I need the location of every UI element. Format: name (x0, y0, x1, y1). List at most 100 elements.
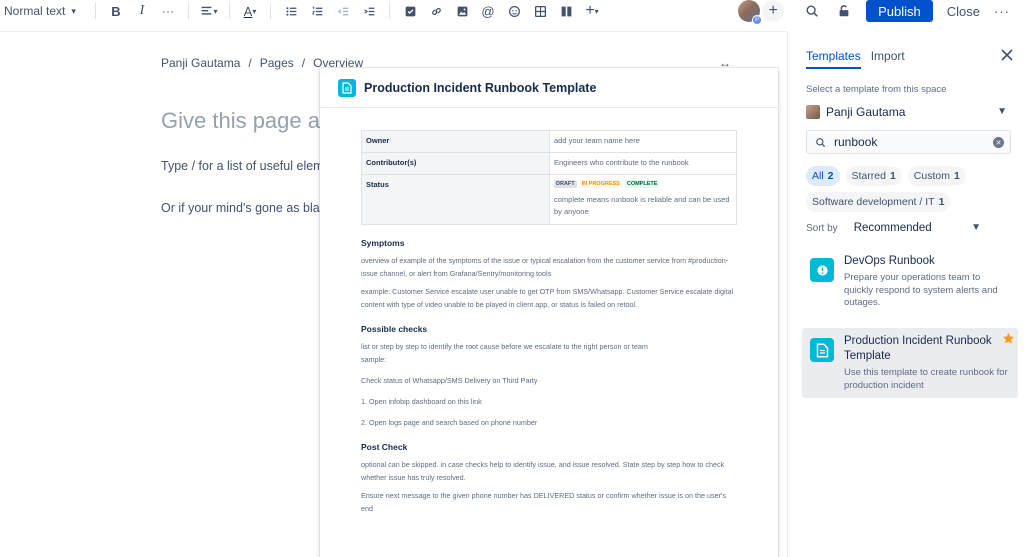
numbered-list-icon (311, 6, 322, 15)
breadcrumb-item[interactable]: Pages (260, 56, 294, 70)
toolbar-divider (270, 3, 271, 19)
search-value: runbook (834, 135, 878, 149)
restrictions-button[interactable] (835, 2, 853, 20)
action-item-button[interactable] (400, 1, 420, 21)
section-heading: Symptoms (361, 238, 405, 248)
italic-button[interactable]: I (132, 1, 152, 21)
toolbar-divider (389, 3, 390, 19)
template-search-input[interactable]: runbook ✕ (806, 130, 1011, 154)
table-icon (534, 5, 546, 17)
insert-more-button[interactable]: + ▾ (582, 1, 602, 21)
indent-button[interactable] (359, 1, 379, 21)
indent-icon (363, 7, 374, 15)
filter-chip-label: Starred (851, 170, 886, 182)
section-paragraph: 2. Open logs page and search based on ph… (361, 418, 538, 427)
clear-search-icon[interactable]: ✕ (993, 137, 1004, 148)
editor-hint-prefix: Type / for a list of (161, 159, 260, 173)
table-cell-value: add your team name here (549, 130, 737, 153)
filter-chips: All 2 Starred 1 Custom 1 Software develo… (806, 166, 1016, 212)
more-formatting-button[interactable]: ··· (158, 1, 178, 21)
bold-button[interactable]: B (106, 1, 126, 21)
close-button[interactable]: Close (947, 4, 980, 19)
emoji-button[interactable] (504, 1, 524, 21)
breadcrumb-item[interactable]: Panji Gautama (161, 56, 240, 70)
chevron-down-icon: ▾ (594, 6, 599, 16)
find-button[interactable] (803, 2, 821, 20)
toolbar-divider-line (0, 31, 787, 32)
template-list-item-selected[interactable]: Production Incident Runbook Template Use… (802, 328, 1018, 398)
page-template-icon (338, 78, 356, 97)
align-button[interactable]: ▾ (199, 1, 219, 21)
template-list-item[interactable]: DevOps Runbook Prepare your operations t… (802, 248, 1018, 318)
page-title-input[interactable]: Give this page a title (161, 108, 321, 134)
text-color-button[interactable]: A ▾ (240, 1, 260, 21)
filter-chip-all[interactable]: All 2 (806, 166, 840, 186)
tab-import[interactable]: Import (871, 49, 905, 69)
more-actions-button[interactable]: ··· (994, 4, 1010, 19)
section-heading: Possible checks (361, 324, 428, 334)
template-preview-title: Production Incident Runbook Template (364, 80, 597, 95)
page-template-icon (810, 338, 834, 362)
mention-button[interactable]: @ (478, 1, 498, 21)
filter-chip-custom[interactable]: Custom 1 (907, 166, 966, 186)
plus-icon: + (585, 2, 595, 19)
metadata-table: Owner add your team name here Contributo… (361, 130, 737, 225)
table-cell-value: Engineers who contribute to the runbook (549, 152, 737, 175)
filter-chip-software-development[interactable]: Software development / IT 1 (806, 192, 951, 212)
invite-button[interactable]: + (762, 0, 785, 22)
chevron-down-icon: ▾ (71, 5, 76, 16)
publish-button[interactable]: Publish (866, 0, 933, 22)
sort-label: Sort by (806, 222, 838, 234)
table-button[interactable] (530, 1, 550, 21)
filter-chip-label: Software development / IT (812, 196, 935, 208)
template-preview-body: Owner add your team name here Contributo… (361, 130, 737, 520)
status-badge: DRAFT (554, 180, 577, 188)
layouts-button[interactable] (556, 1, 576, 21)
close-panel-button[interactable] (1000, 48, 1014, 62)
align-left-icon (202, 6, 212, 15)
template-description: Use this template to create runbook for … (844, 367, 1008, 391)
status-lozenges: DRAFT IN PROGRESS COMPLETE (554, 180, 732, 188)
template-name: Production Incident Runbook Template (844, 335, 992, 362)
plus-icon: + (768, 2, 778, 19)
chevron-down-icon: ▾ (213, 6, 218, 16)
editor-hint-secondary: Or if your mind's gone as blank as this … (161, 201, 321, 215)
status-description: complete means runbook is reliable and c… (554, 195, 730, 216)
filter-chip-starred[interactable]: Starred 1 (845, 166, 902, 186)
search-icon (816, 137, 826, 147)
table-row: Contributor(s) Engineers who contribute … (361, 152, 737, 175)
bullet-list-icon (285, 6, 296, 16)
toolbar-divider (188, 3, 189, 19)
filter-chip-count: 2 (827, 170, 834, 182)
editor-hint: Type / for a list of useful elements (161, 159, 321, 173)
checkbox-icon (405, 6, 415, 16)
presence-badge-icon: P (752, 15, 763, 25)
image-button[interactable] (452, 1, 472, 21)
bullet-list-button[interactable] (281, 1, 301, 21)
template-preview: Production Incident Runbook Template Own… (320, 68, 778, 557)
template-description: Prepare your operations team to quickly … (844, 272, 998, 308)
editor-hint-underlined: useful (259, 159, 294, 173)
unlock-icon (839, 5, 849, 17)
chevron-down-icon: ▾ (252, 6, 257, 16)
section-paragraph: Ensure next message to the given phone n… (361, 491, 726, 513)
space-avatar (806, 105, 820, 119)
section-paragraph: 1. Open infobip dashboard on this link (361, 397, 482, 406)
tab-templates[interactable]: Templates (806, 49, 861, 69)
filter-chip-label: All (812, 170, 824, 182)
search-icon (806, 5, 818, 17)
star-icon[interactable] (1002, 332, 1015, 345)
panel-tabs: Templates Import (806, 49, 905, 69)
link-button[interactable] (426, 1, 446, 21)
breadcrumb-separator: / (248, 56, 252, 70)
table-row: Status DRAFT IN PROGRESS COMPLETE comple… (361, 174, 737, 225)
collaborator-avatar[interactable]: P (738, 0, 763, 25)
link-icon (431, 7, 441, 15)
numbered-list-button[interactable] (307, 1, 327, 21)
table-cell-value: DRAFT IN PROGRESS COMPLETE complete mean… (549, 174, 737, 225)
text-style-dropdown[interactable]: Normal text ▾ (0, 4, 88, 18)
space-select[interactable]: Panji Gautama ▼ (806, 100, 1011, 124)
outdent-button[interactable] (333, 1, 353, 21)
sort-select[interactable]: Sort by Recommended ▼ (806, 222, 981, 234)
table-cell-key: Contributor(s) (361, 152, 550, 175)
